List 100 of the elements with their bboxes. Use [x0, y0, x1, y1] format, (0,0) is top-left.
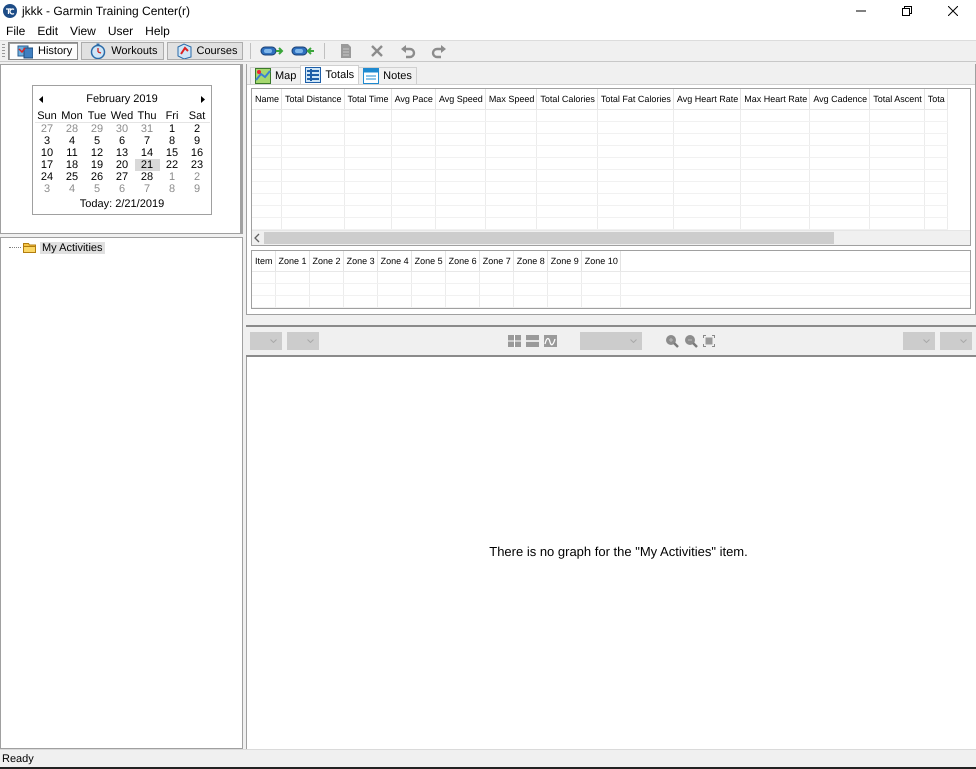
calendar-day[interactable]: 27 — [110, 171, 134, 183]
grid-icon — [305, 67, 322, 83]
app-logo-icon — [3, 4, 17, 18]
column-header[interactable]: Tota — [924, 89, 948, 110]
previous-month-icon[interactable] — [39, 96, 43, 102]
view-button[interactable]: Courses — [166, 42, 244, 60]
calendar-day[interactable]: 17 — [34, 159, 60, 171]
weekday-label: Thu — [134, 109, 160, 122]
calendar-day[interactable]: 2 — [184, 122, 210, 135]
column-header[interactable]: Zone 9 — [547, 251, 582, 272]
send-to-device-icon[interactable] — [260, 45, 284, 57]
restore-icon[interactable] — [902, 6, 912, 16]
calendar-day[interactable]: 21 — [134, 159, 160, 171]
column-header[interactable]: Zone 8 — [513, 251, 548, 272]
column-header[interactable]: Zone 7 — [479, 251, 514, 272]
tab[interactable]: Totals — [300, 65, 360, 84]
calendar-day[interactable]: 16 — [184, 147, 210, 159]
calendar-day[interactable]: 20 — [110, 159, 134, 171]
calendar-day[interactable]: 23 — [184, 159, 210, 171]
weekday-label: Sat — [184, 109, 210, 122]
undo-icon[interactable] — [400, 43, 416, 59]
menu-item[interactable]: Help — [139, 24, 176, 38]
menu-item[interactable]: User — [102, 24, 140, 38]
column-header[interactable]: Zone 4 — [377, 251, 412, 272]
view-button[interactable]: History — [8, 42, 78, 60]
column-header[interactable]: Zone 2 — [309, 251, 344, 272]
calendar-day[interactable]: 24 — [34, 171, 60, 183]
window-title: jkkk - Garmin Training Center(r) — [22, 4, 190, 18]
tab[interactable]: Notes — [358, 67, 417, 84]
calendar-day[interactable]: 9 — [184, 135, 210, 147]
empty-graph-message: There is no graph for the "My Activities" item. — [489, 544, 748, 559]
weekday-label: Mon — [60, 109, 84, 122]
menu-item[interactable]: File — [0, 24, 32, 38]
zoom-in-icon[interactable] — [664, 334, 678, 348]
calendar-day[interactable]: 25 — [60, 171, 84, 183]
calendar-day[interactable]: 15 — [160, 147, 184, 159]
calendar-day[interactable]: 1 — [160, 122, 184, 135]
column-header[interactable]: Total Fat Calories — [597, 89, 674, 110]
column-header[interactable]: Avg Cadence — [810, 89, 870, 110]
tab[interactable]: Map — [250, 67, 302, 84]
calendar-day[interactable]: 3 — [34, 135, 60, 147]
calendar-day[interactable]: 13 — [110, 147, 134, 159]
calendar-day[interactable]: 11 — [60, 147, 84, 159]
view-button[interactable]: Workouts — [81, 42, 164, 60]
calendar-day[interactable]: 10 — [34, 147, 60, 159]
chevron-down-icon — [630, 339, 636, 343]
column-header[interactable]: Avg Pace — [391, 89, 436, 110]
calendar-day[interactable]: 19 — [84, 159, 110, 171]
column-header[interactable]: Max Heart Rate — [740, 89, 810, 110]
calendar-day[interactable]: 26 — [84, 171, 110, 183]
column-header[interactable]: Zone 1 — [275, 251, 310, 272]
month-title: February 2019 — [86, 93, 158, 105]
column-header[interactable]: Avg Heart Rate — [673, 89, 741, 110]
column-header[interactable]: Total Calories — [536, 89, 598, 110]
calendar-day[interactable]: 22 — [160, 159, 184, 171]
close-icon[interactable] — [948, 6, 958, 16]
calendar-day[interactable]: 14 — [134, 147, 160, 159]
column-header[interactable]: Name — [252, 89, 282, 110]
weekday-label: Fri — [160, 109, 184, 122]
column-header[interactable]: Zone 5 — [411, 251, 446, 272]
stopwatch-icon — [90, 43, 106, 59]
calendar-day[interactable]: 4 — [60, 135, 84, 147]
history-icon — [17, 43, 33, 59]
folder-icon — [23, 242, 37, 253]
tree-item[interactable]: My Activities — [40, 242, 105, 254]
receive-from-device-icon[interactable] — [291, 45, 316, 57]
redo-icon[interactable] — [431, 43, 448, 59]
column-header[interactable]: Zone 3 — [343, 251, 378, 272]
column-header[interactable]: Avg Speed — [435, 89, 486, 110]
column-header[interactable]: Total Distance — [282, 89, 344, 110]
wave-icon[interactable] — [544, 335, 556, 347]
weekday-label: Tue — [84, 109, 110, 122]
column-header[interactable]: Zone 10 — [581, 251, 620, 272]
column-header[interactable]: Total Ascent — [870, 89, 924, 110]
chevron-down-icon — [307, 339, 314, 343]
calendar-day[interactable]: 18 — [60, 159, 84, 171]
column-header[interactable]: Max Speed — [485, 89, 537, 110]
calendar-day[interactable]: 5 — [84, 135, 110, 147]
delete-icon[interactable] — [369, 43, 386, 59]
weekday-label: Wed — [110, 109, 134, 122]
horizontal-scrollbar[interactable] — [252, 230, 970, 245]
calendar-day[interactable]: 12 — [84, 147, 110, 159]
calendar-day[interactable]: 7 — [134, 135, 160, 147]
calendar-day[interactable]: 6 — [110, 135, 134, 147]
stacked-rows-icon[interactable] — [526, 335, 538, 347]
fit-to-view-icon[interactable] — [702, 335, 714, 347]
scroll-left-icon[interactable] — [252, 233, 262, 243]
zoom-out-icon[interactable] — [684, 334, 698, 348]
chevron-down-icon — [270, 339, 277, 343]
calendar-day[interactable]: 28 — [134, 171, 160, 183]
weekday-label: Sun — [34, 109, 60, 122]
column-header[interactable]: Zone 6 — [445, 251, 480, 272]
today-link[interactable]: Today: 2/21/2019 — [80, 198, 164, 210]
column-header[interactable]: Total Time — [344, 89, 392, 110]
calendar-day[interactable]: 8 — [160, 135, 184, 147]
menu-item[interactable]: View — [64, 24, 102, 38]
menu-item[interactable]: Edit — [31, 24, 64, 38]
column-header[interactable]: Item — [252, 251, 276, 272]
status-text: Ready — [2, 752, 34, 764]
next-month-icon[interactable] — [200, 96, 205, 102]
